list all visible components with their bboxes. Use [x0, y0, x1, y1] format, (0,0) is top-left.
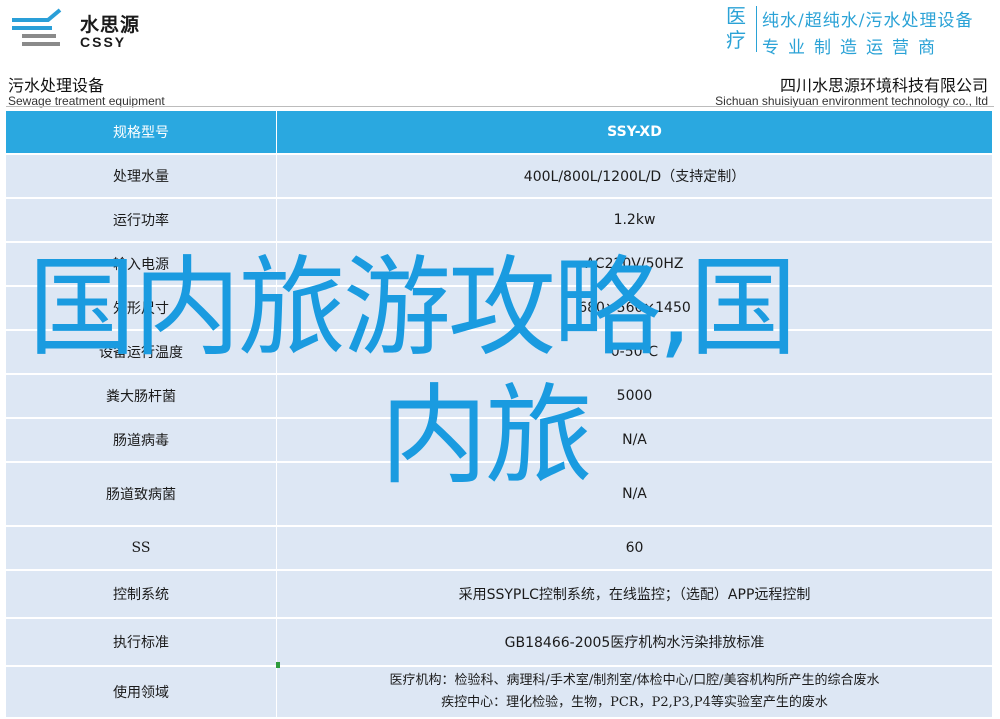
logo-cn-text: 水思源 [80, 14, 141, 36]
spec-table: 规格型号 SSY-XD 处理水量 400L/800L/1200L/D（支持定制）… [6, 109, 992, 719]
spec-value: 医疗机构：检验科、病理科/手术室/制剂室/体检中心/口腔/美容机构所产生的综合废… [276, 665, 992, 719]
spec-key: 外形尺寸 [6, 285, 277, 331]
logo-en-text: CSSY [80, 34, 127, 50]
spec-value: 5000 [276, 373, 992, 419]
table-row: 处理水量 400L/800L/1200L/D（支持定制） [6, 153, 992, 199]
medical-badge: 医疗 [726, 4, 746, 52]
spec-value: 采用SSYPLC控制系统，在线监控；（选配）APP远程控制 [276, 569, 992, 619]
usage-line-2: 疾控中心：理化检验，生物，PCR，P2,P3,P4等实验室产生的废水 [441, 695, 828, 710]
spec-key: 输入电源 [6, 241, 277, 287]
wave-lines-logo-icon [12, 8, 62, 46]
spec-key: 粪大肠杆菌 [6, 373, 277, 419]
spec-key: 使用领域 [6, 665, 277, 719]
spec-key: 处理水量 [6, 153, 277, 199]
table-row: SS 60 [6, 525, 992, 571]
table-header-row: 规格型号 SSY-XD [6, 109, 992, 155]
spec-key: 规格型号 [6, 109, 277, 155]
table-row: 输入电源 AC220V/50HZ [6, 241, 992, 287]
top-header: 水思源 CSSY 医疗 纯水/超纯水/污水处理设备 专业制造运营商 [0, 0, 1000, 58]
spec-value: 1.2kw [276, 197, 992, 243]
usage-line-1: 医疗机构：检验科、病理科/手术室/制剂室/体检中心/口腔/美容机构所产生的综合废… [389, 673, 880, 688]
spec-value: 0-50℃ [276, 329, 992, 375]
spec-key: SS [6, 525, 277, 571]
green-marker [276, 662, 280, 668]
table-row: 控制系统 采用SSYPLC控制系统，在线监控；（选配）APP远程控制 [6, 569, 992, 619]
badge-divider [756, 6, 757, 52]
spec-value: GB18466-2005医疗机构水污染排放标准 [276, 617, 992, 667]
table-row: 粪大肠杆菌 5000 [6, 373, 992, 419]
table-row: 外形尺寸 680×560×1450 [6, 285, 992, 331]
spec-value: SSY-XD [276, 109, 992, 155]
table-row: 运行功率 1.2kw [6, 197, 992, 243]
table-row: 使用领域 医疗机构：检验科、病理科/手术室/制剂室/体检中心/口腔/美容机构所产… [6, 665, 992, 719]
spec-key: 肠道致病菌 [6, 461, 277, 527]
spec-value: AC220V/50HZ [276, 241, 992, 287]
spec-value: N/A [276, 417, 992, 463]
spec-key: 控制系统 [6, 569, 277, 619]
table-row: 执行标准 GB18466-2005医疗机构水污染排放标准 [6, 617, 992, 667]
slogan-line-1: 纯水/超纯水/污水处理设备 [762, 11, 974, 31]
spec-value: N/A [276, 461, 992, 527]
spec-key: 设备运行温度 [6, 329, 277, 375]
spec-key: 肠道病毒 [6, 417, 277, 463]
table-row: 肠道病毒 N/A [6, 417, 992, 463]
sub-header-divider [6, 106, 994, 107]
company-name-cn: 四川水思源环境科技有限公司 [779, 76, 988, 95]
product-category-cn: 污水处理设备 [8, 76, 105, 95]
company-logo: 水思源 CSSY [8, 6, 158, 52]
slogan-line-2: 专业制造运营商 [762, 38, 944, 58]
spec-key: 运行功率 [6, 197, 277, 243]
table-row: 肠道致病菌 N/A [6, 461, 992, 527]
spec-key: 执行标准 [6, 617, 277, 667]
spec-value: 60 [276, 525, 992, 571]
table-row: 设备运行温度 0-50℃ [6, 329, 992, 375]
spec-value: 680×560×1450 [276, 285, 992, 331]
spec-value: 400L/800L/1200L/D（支持定制） [276, 153, 992, 199]
